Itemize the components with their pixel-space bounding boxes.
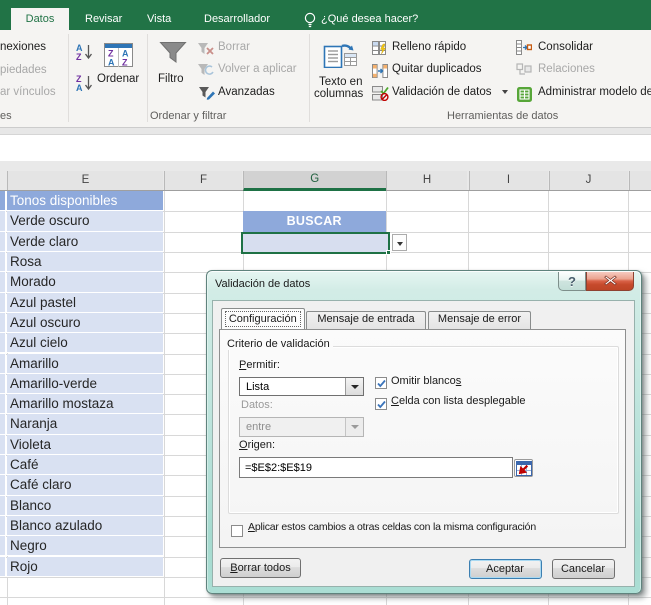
svg-text:Z: Z <box>76 52 82 62</box>
svg-text:A: A <box>76 83 83 93</box>
svg-text:Z: Z <box>122 58 128 68</box>
svg-text:A: A <box>108 58 115 68</box>
